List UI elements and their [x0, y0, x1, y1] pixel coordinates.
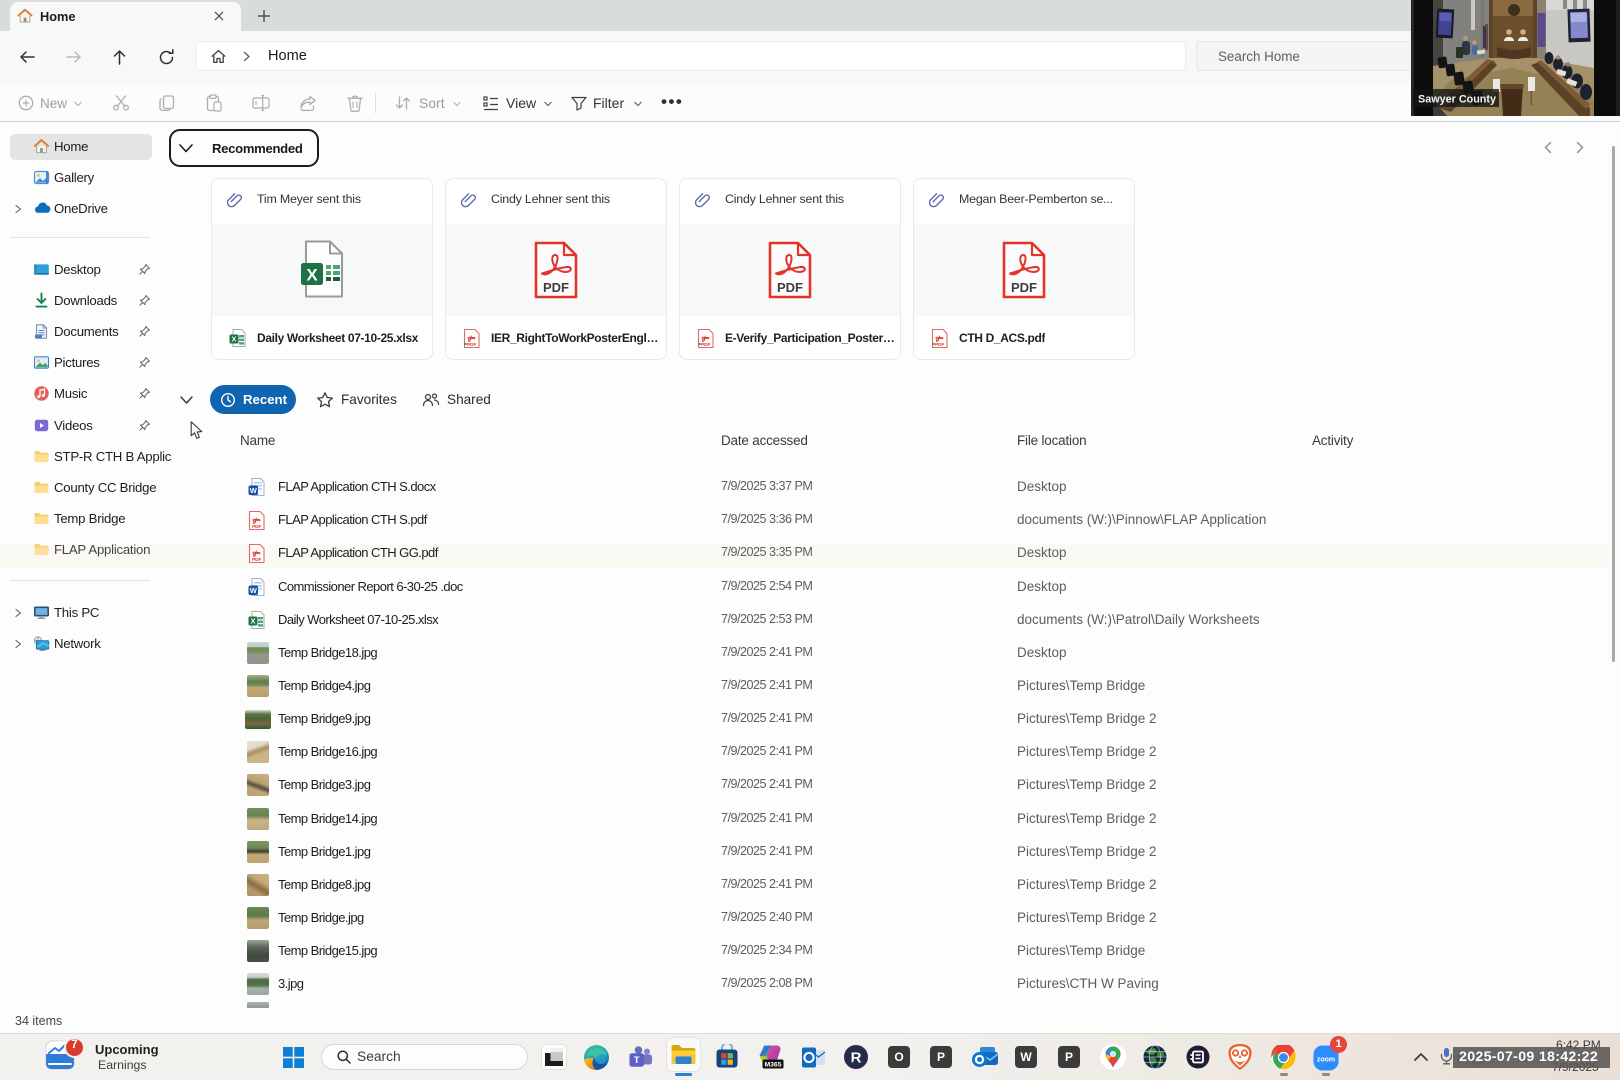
svg-text:X: X: [250, 616, 255, 625]
svg-text:W: W: [250, 585, 258, 594]
svg-text:W: W: [250, 486, 258, 495]
svg-text:PDF: PDF: [1011, 280, 1037, 295]
svg-text:X: X: [306, 266, 318, 285]
svg-text:PDF: PDF: [252, 557, 261, 562]
svg-text:PDF: PDF: [467, 342, 476, 347]
svg-text:PDF: PDF: [935, 342, 944, 347]
svg-text:M365: M365: [764, 1062, 781, 1069]
svg-text:PDF: PDF: [777, 280, 803, 295]
svg-text:Sawyer County: Sawyer County: [1418, 94, 1496, 106]
svg-text:PDF: PDF: [701, 342, 710, 347]
svg-text:zoom: zoom: [1317, 1056, 1335, 1063]
svg-text:T: T: [634, 1055, 640, 1066]
svg-text:PDF: PDF: [543, 280, 569, 295]
svg-text:X: X: [231, 335, 236, 344]
svg-text:PDF: PDF: [252, 524, 261, 529]
